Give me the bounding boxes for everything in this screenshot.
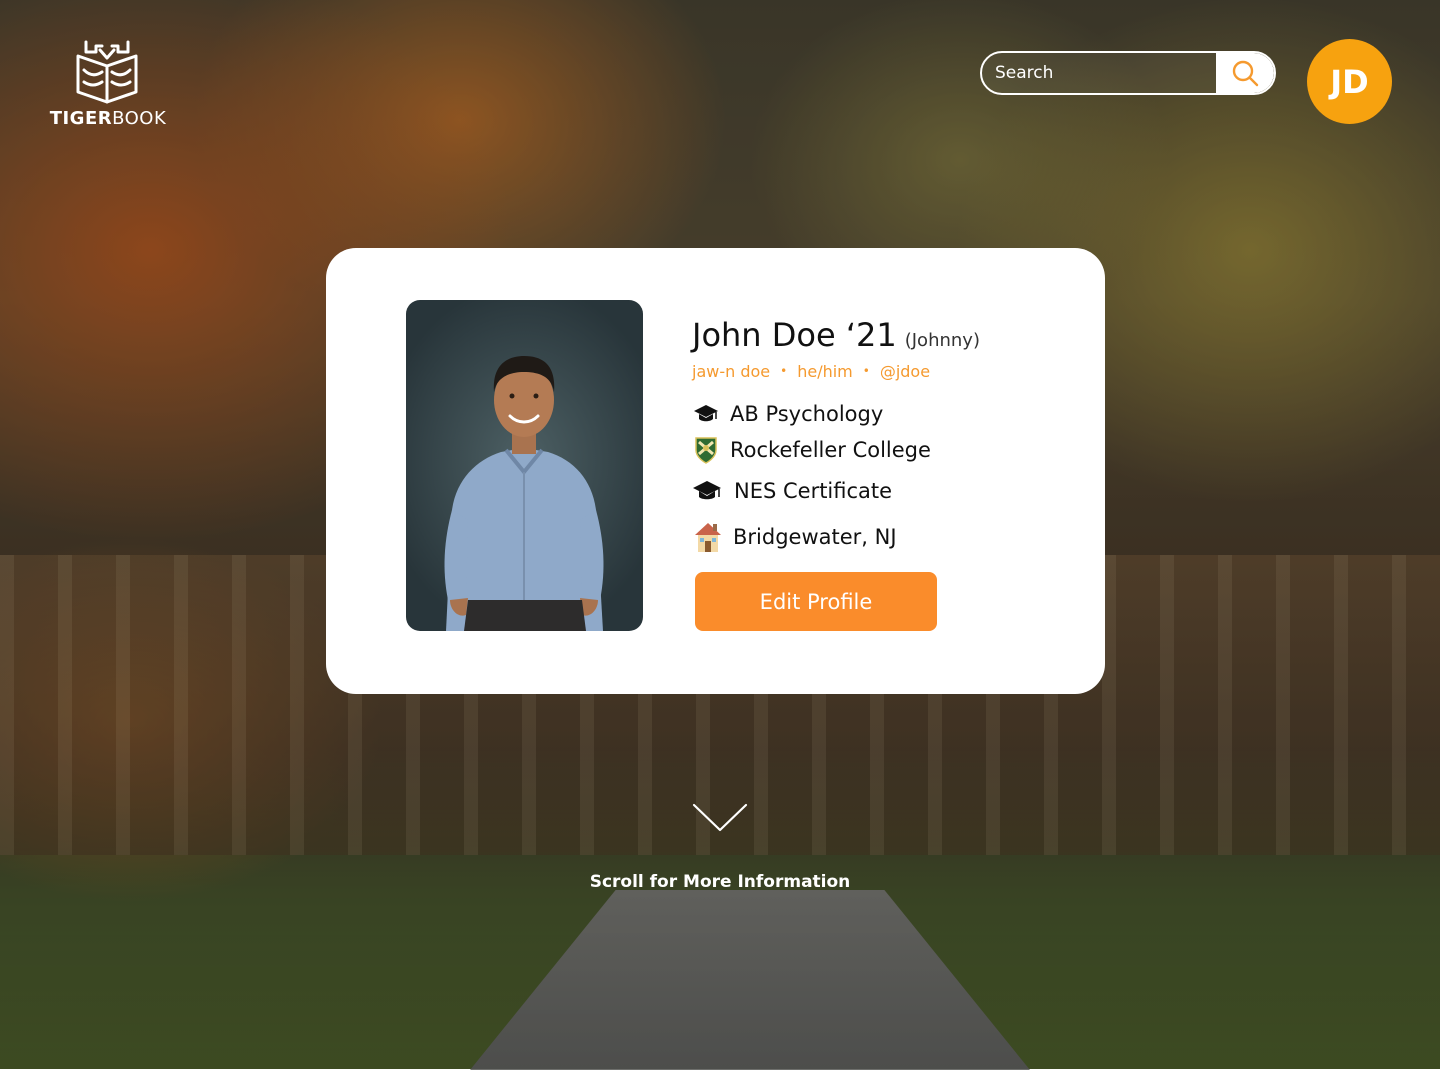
detail-text: Rockefeller College [730, 438, 931, 462]
search-button[interactable] [1216, 53, 1274, 93]
user-avatar[interactable]: JD [1307, 39, 1392, 124]
profile-meta: jaw-n doe • he/him • @jdoe [692, 362, 930, 381]
search-input[interactable] [982, 53, 1231, 93]
handle: @jdoe [879, 362, 931, 381]
person-portrait [444, 356, 604, 631]
graduation-cap-icon [692, 477, 722, 505]
profile-photo [406, 300, 643, 631]
edit-profile-button[interactable]: Edit Profile [695, 572, 937, 631]
detail-major: AB Psychology [692, 400, 883, 428]
detail-text: AB Psychology [730, 402, 884, 426]
graduation-cap-icon [692, 400, 720, 428]
brand-logo[interactable]: TIGERBOOK [46, 36, 170, 132]
brand-name: TIGERBOOK [49, 108, 167, 129]
detail-text: NES Certificate [734, 479, 893, 503]
chevron-down-icon[interactable] [692, 803, 748, 833]
profile-card: John Doe ‘21 (Johnny) jaw-n doe • he/him • @j… [326, 248, 1105, 694]
detail-hometown: Bridgewater, NJ [692, 520, 897, 554]
pronouns: he/him [797, 362, 853, 381]
search-icon [1232, 60, 1259, 87]
profile-nickname: (Johnny) [904, 330, 980, 351]
name-row: John Doe ‘21 (Johnny) [692, 316, 980, 354]
college-shield-icon [692, 436, 720, 464]
detail-text: Bridgewater, NJ [733, 525, 897, 549]
separator-dot: • [862, 364, 870, 378]
detail-certificate: NES Certificate [692, 477, 892, 505]
detail-college: Rockefeller College [692, 436, 931, 464]
pronunciation: jaw-n doe [692, 362, 771, 381]
house-icon [692, 520, 724, 554]
profile-name: John Doe ‘21 [692, 316, 897, 354]
search-bar [980, 51, 1276, 95]
tiger-book-icon [76, 40, 138, 104]
scroll-hint-label: Scroll for More Information [589, 872, 851, 892]
separator-dot: • [780, 364, 788, 378]
